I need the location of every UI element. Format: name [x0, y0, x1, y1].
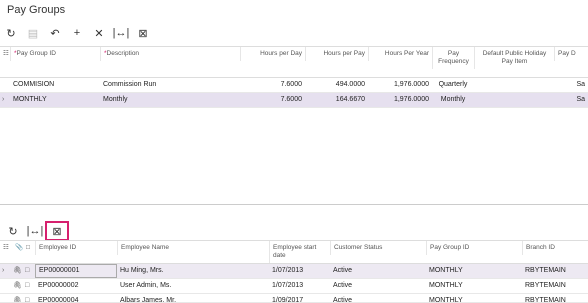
table-row[interactable]: › MONTHLY Monthly 7.6000 164.6670 1,976.…: [0, 93, 588, 108]
header-description[interactable]: *Description: [100, 47, 240, 61]
header-hours-per-year[interactable]: Hours Per Year: [368, 47, 432, 61]
note-icon[interactable]: □: [23, 279, 35, 293]
cell-pay-d[interactable]: Sa: [554, 78, 588, 92]
cell-hours-per-pay[interactable]: 164.6670: [305, 93, 368, 107]
cell-branch-id[interactable]: RBYTEMAIN: [522, 264, 588, 278]
table-row[interactable]: 🖇 □ EP00000002 User Admin, Ms. 1/07/2013…: [0, 279, 588, 294]
cell-pay-group-id[interactable]: MONTHLY: [10, 93, 100, 107]
cell-pay-group-id[interactable]: COMMISION: [10, 78, 100, 92]
cell-pay-group-id[interactable]: MONTHLY: [426, 264, 522, 278]
table-row[interactable]: 🖇 □ EP00000004 Albars James, Mr. 1/09/20…: [0, 294, 588, 303]
cell-description[interactable]: Commission Run: [100, 78, 240, 92]
save-icon[interactable]: ▤: [22, 24, 44, 42]
cell-employee-name[interactable]: User Admin, Ms.: [117, 279, 269, 293]
cell-start-date[interactable]: 1/07/2013: [269, 264, 330, 278]
note-icon[interactable]: □: [23, 264, 35, 278]
header-pay-group-id[interactable]: *Pay Group ID: [10, 47, 100, 61]
header-hours-per-day[interactable]: Hours per Day: [240, 47, 305, 61]
export-icon[interactable]: ⊠: [45, 221, 69, 241]
header-pay-frequency[interactable]: Pay Frequency: [432, 47, 474, 69]
cell-branch-id[interactable]: RBYTEMAIN: [522, 279, 588, 293]
table-row[interactable]: › 🖇 □ EP00000001 Hu Ming, Mrs. 1/07/2013…: [0, 264, 588, 279]
cell-pay-group-id[interactable]: MONTHLY: [426, 279, 522, 293]
header-branch-id[interactable]: Branch ID: [522, 241, 588, 255]
cell-pay-frequency[interactable]: Monthly: [432, 93, 474, 107]
cell-pay-d[interactable]: Sa: [554, 93, 588, 107]
plus-icon[interactable]: +: [66, 24, 88, 42]
note-icon[interactable]: □: [23, 294, 35, 302]
page-title: Pay Groups: [7, 4, 66, 16]
cell-pay-frequency[interactable]: Quarterly: [432, 78, 474, 92]
row-selected-chevron-icon: ›: [2, 96, 5, 103]
header-pay-d[interactable]: Pay D: [554, 47, 588, 61]
refresh-icon[interactable]: ↻: [2, 222, 24, 240]
header-employee-name[interactable]: Employee Name: [117, 241, 269, 255]
note-icon: □: [26, 244, 30, 251]
attachment-icon: 📎: [15, 244, 24, 251]
refresh-icon[interactable]: ↻: [0, 24, 22, 42]
attachment-icon[interactable]: 🖇: [12, 264, 23, 278]
fit-columns-icon[interactable]: |↔|: [110, 24, 132, 42]
row-settings-icon[interactable]: ☷: [0, 47, 10, 61]
cell-branch-id[interactable]: RBYTEMAIN: [522, 294, 588, 302]
cell-start-date[interactable]: 1/07/2013: [269, 279, 330, 293]
cell-employee-name[interactable]: Hu Ming, Mrs.: [117, 264, 269, 278]
cell-holiday-pay-item[interactable]: [474, 93, 554, 107]
cell-customer-status[interactable]: Active: [330, 294, 426, 302]
header-employee-id[interactable]: Employee ID: [35, 241, 117, 255]
header-pay-group-id[interactable]: Pay Group ID: [426, 241, 522, 255]
fit-columns-icon[interactable]: |↔|: [24, 222, 46, 240]
header-start-date[interactable]: Employee start date: [269, 241, 330, 263]
row-selected-chevron-icon: ›: [2, 267, 5, 274]
cell-customer-status[interactable]: Active: [330, 264, 426, 278]
employees-grid: ☷ 📎 □ Employee ID Employee Name Employee…: [0, 240, 588, 303]
cell-hours-per-day[interactable]: 7.6000: [240, 93, 305, 107]
top-toolbar: ↻ ▤ ↶ + ✕ |↔| ⊠: [0, 24, 154, 42]
cell-hours-per-year[interactable]: 1,976.0000: [368, 78, 432, 92]
cell-employee-id[interactable]: EP00000002: [35, 279, 117, 293]
cell-customer-status[interactable]: Active: [330, 279, 426, 293]
attachment-icon[interactable]: 🖇: [12, 279, 23, 293]
grid-header: ☷ 📎 □ Employee ID Employee Name Employee…: [0, 241, 588, 264]
undo-icon[interactable]: ↶: [44, 24, 66, 42]
bottom-toolbar: ↻ |↔| ⊠: [2, 221, 69, 241]
cell-pay-group-id[interactable]: MONTHLY: [426, 294, 522, 302]
row-settings-icon[interactable]: ☷: [0, 241, 12, 255]
cell-hours-per-pay[interactable]: 494.0000: [305, 78, 368, 92]
cell-holiday-pay-item[interactable]: [474, 78, 554, 92]
grid-header: ☷ *Pay Group ID *Description Hours per D…: [0, 47, 588, 78]
cell-employee-id[interactable]: EP00000004: [35, 294, 117, 302]
attachment-icon[interactable]: 🖇: [12, 294, 23, 302]
cell-employee-name[interactable]: Albars James, Mr.: [117, 294, 269, 302]
cell-hours-per-year[interactable]: 1,976.0000: [368, 93, 432, 107]
table-row[interactable]: COMMISION Commission Run 7.6000 494.0000…: [0, 78, 588, 93]
cell-employee-id[interactable]: EP00000001: [35, 264, 117, 278]
header-customer-status[interactable]: Customer Status: [330, 241, 426, 255]
cell-hours-per-day[interactable]: 7.6000: [240, 78, 305, 92]
cell-start-date[interactable]: 1/09/2017: [269, 294, 330, 302]
split-divider[interactable]: [0, 204, 588, 205]
header-hours-per-pay[interactable]: Hours per Pay: [305, 47, 368, 61]
cell-description[interactable]: Monthly: [100, 93, 240, 107]
close-icon[interactable]: ✕: [88, 24, 110, 42]
export-icon[interactable]: ⊠: [132, 24, 154, 42]
pay-groups-grid: ☷ *Pay Group ID *Description Hours per D…: [0, 46, 588, 108]
header-holiday-pay-item[interactable]: Default Public Holiday Pay Item: [474, 47, 554, 69]
